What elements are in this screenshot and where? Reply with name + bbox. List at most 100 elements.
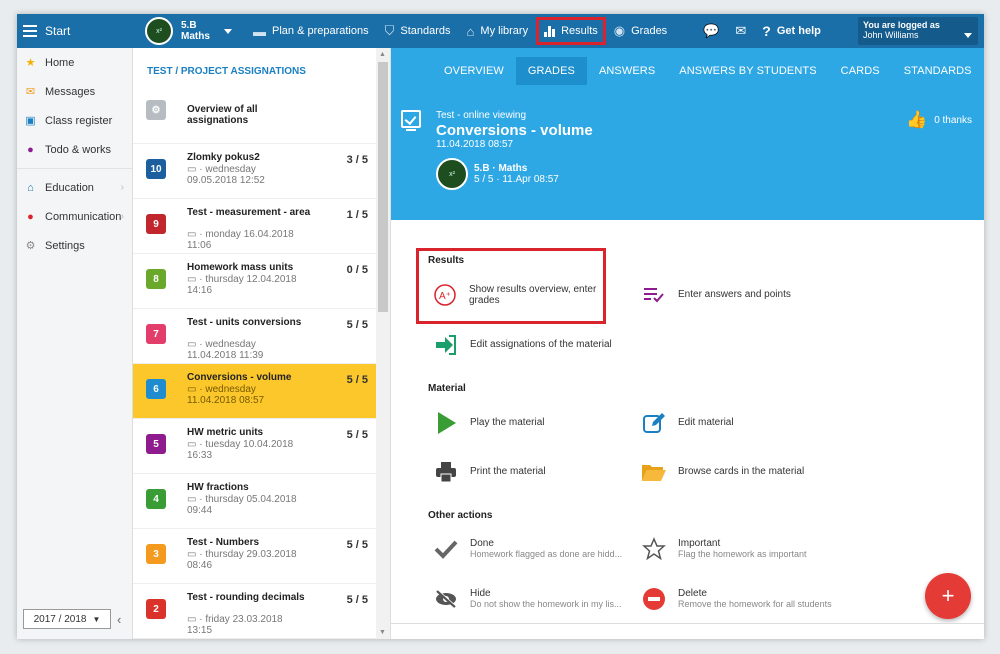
item-title: Homework mass units	[187, 262, 294, 273]
list-item-overview[interactable]: ⚙ Overview of all assignations	[133, 90, 376, 144]
class-selector[interactable]: x² 5.B Maths	[145, 17, 245, 45]
done-action[interactable]: Done Homework flagged as done are hidd...	[433, 536, 622, 561]
hide-action[interactable]: Hide Do not show the homework in my lis..…	[433, 586, 622, 611]
scroll-down-icon[interactable]: ▼	[379, 629, 386, 636]
item-score: 5 / 5	[346, 594, 368, 606]
list-item[interactable]: 8 Homework mass units ▭ · thursday 12.04.2…	[133, 254, 376, 309]
list-item[interactable]: 6 Conversions - volume ▭ · wednesday 11.04.…	[133, 364, 376, 419]
browse-cards-action[interactable]: Browse cards in the material	[641, 459, 804, 484]
chevron-down-icon: ▼	[92, 614, 101, 624]
list-item[interactable]: 2 Test - rounding decimals ▭ · friday 23.0…	[133, 584, 376, 639]
tab-answers[interactable]: ANSWERS	[587, 57, 667, 85]
sidebar-item-settings[interactable]: ⚙ Settings	[17, 231, 132, 260]
user-menu[interactable]: You are logged as John Williams	[858, 17, 978, 45]
nav-standards[interactable]: ⛉ Standards	[377, 14, 459, 48]
collapse-sidebar-icon[interactable]: ‹	[117, 612, 121, 627]
folder-icon	[641, 459, 666, 484]
class-avatar: x²	[436, 158, 468, 190]
item-number-badge: 2	[146, 599, 166, 619]
sidebar-item-label: Messages	[45, 85, 96, 98]
sidebar-item-messages[interactable]: ✉ Messages	[17, 77, 132, 106]
chat-button[interactable]: 💬	[695, 14, 727, 48]
library-icon: ⌂	[466, 23, 475, 39]
scroll-up-icon[interactable]: ▲	[379, 51, 386, 58]
help-button[interactable]: ? Get help	[754, 14, 829, 48]
tab-overview[interactable]: OVERVIEW	[432, 57, 516, 85]
sidebar-item-class-register[interactable]: ▣ Class register	[17, 106, 132, 135]
start-menu-button[interactable]: Start	[17, 14, 132, 48]
nav-results-label: Results	[561, 25, 598, 37]
enter-answers-action[interactable]: Enter answers and points	[641, 282, 791, 307]
show-results-action[interactable]: A⁺ Show results overview, enter grades	[433, 282, 603, 307]
list-item[interactable]: 5 HW metric units ▭ · tuesday 10.04.2018 16…	[133, 419, 376, 474]
actions-area: Results A⁺ Show results overview, enter …	[391, 220, 984, 639]
edit-assignations-label: Edit assignations of the material	[470, 339, 612, 350]
people-icon: ●	[27, 210, 34, 223]
mail-button[interactable]: ✉	[727, 14, 754, 48]
minus-circle-icon	[641, 586, 666, 611]
print-material-action[interactable]: Print the material	[433, 459, 546, 484]
tab-cards[interactable]: CARDS	[829, 57, 892, 85]
school-year-select[interactable]: 2017 / 2018 ▼	[23, 609, 111, 629]
assignment-type-icon: ▭	[187, 274, 197, 285]
item-meta-day: ▭ · wednesday	[187, 339, 317, 350]
nav-standards-label: Standards	[400, 25, 451, 37]
item-meta-day: ▭ · friday 23.03.2018	[187, 614, 317, 625]
section-other-actions: Other actions	[428, 510, 493, 521]
tab-answers-by-students[interactable]: ANSWERS BY STUDENTS	[667, 57, 828, 85]
assignation-list: ⚙ Overview of all assignations 10 Zlomky …	[133, 90, 376, 639]
item-meta-day: ▭ · wednesday	[187, 384, 317, 395]
thanks-button[interactable]: 👍 0 thanks	[906, 110, 972, 130]
app-window: Start x² 5.B Maths ▬ Plan & preparations …	[17, 14, 984, 639]
sidebar-item-label: Todo & works	[45, 143, 112, 156]
list-item[interactable]: 10 Zlomky pokus2 ▭ · wednesday 09.05.2018 1…	[133, 144, 376, 199]
class-meta: 5 / 5 · 11.Apr 08:57	[474, 174, 559, 185]
done-description: Homework flagged as done are hidd...	[470, 549, 623, 559]
material-title: Conversions - volume	[436, 122, 593, 139]
list-item[interactable]: 7 Test - units conversions ▭ · wednesday 11…	[133, 309, 376, 364]
list-scrollbar[interactable]: ▲ ▼	[376, 48, 390, 639]
school-year-value: 2017 / 2018	[33, 613, 87, 625]
add-button[interactable]: +	[925, 573, 971, 619]
sidebar-item-communication[interactable]: ● Communication ›	[17, 202, 132, 231]
sidebar-item-education[interactable]: ⌂ Education ›	[17, 173, 132, 202]
envelope-icon: ✉	[25, 86, 36, 98]
printer-icon	[433, 459, 458, 484]
list-item[interactable]: 9 Test - measurement - area ▭ · monday 16.…	[133, 199, 376, 254]
delete-action[interactable]: Delete Remove the homework for all studen…	[641, 586, 832, 611]
important-action[interactable]: Important Flag the homework as important	[641, 536, 807, 561]
nav-library-label: My library	[480, 25, 529, 37]
item-number-badge: 7	[146, 324, 166, 344]
list-item[interactable]: 4 HW fractions ▭ · thursday 05.04.2018 09:4…	[133, 474, 376, 529]
material-header: Test - online viewing Conversions - volu…	[391, 94, 984, 220]
chevron-right-icon: ›	[120, 182, 124, 193]
sidebar-item-home[interactable]: ★ Home	[17, 48, 132, 77]
scrollbar-thumb[interactable]	[378, 62, 388, 312]
tab-standards[interactable]: STANDARDS	[892, 57, 984, 85]
item-score: 1 / 5	[346, 209, 368, 221]
calendar-icon: ▬	[253, 23, 266, 39]
play-label: Play the material	[470, 417, 545, 428]
item-title: Test - measurement - area	[187, 207, 311, 218]
edit-material-action[interactable]: Edit material	[641, 410, 734, 435]
nav-plan-preparations[interactable]: ▬ Plan & preparations	[245, 14, 377, 48]
sidebar-item-label: Settings	[45, 239, 85, 252]
eye-slash-icon	[433, 586, 458, 611]
class-avatar: x²	[145, 17, 173, 45]
main-content: OVERVIEW GRADES ANSWERS ANSWERS BY STUDE…	[391, 48, 984, 639]
item-meta-date: 11.04.2018 11:39	[187, 350, 264, 361]
sidebar-item-label: Education	[45, 181, 94, 194]
sidebar-item-todo[interactable]: ● Todo & works	[17, 135, 132, 164]
nav-my-library[interactable]: ⌂ My library	[459, 14, 537, 48]
item-meta-day: ▭ · wednesday	[187, 164, 317, 175]
nav-results[interactable]: Results	[536, 17, 606, 45]
nav-grades[interactable]: ◉ Grades	[606, 14, 675, 48]
list-item[interactable]: 3 Test - Numbers ▭ · thursday 29.03.2018 08…	[133, 529, 376, 584]
item-score: 5 / 5	[346, 429, 368, 441]
item-title: Test - rounding decimals	[187, 592, 305, 603]
edit-assignations-action[interactable]: Edit assignations of the material	[433, 332, 612, 357]
hamburger-icon	[23, 25, 37, 37]
tab-grades[interactable]: GRADES	[515, 57, 587, 85]
footer-strip	[391, 623, 984, 639]
play-material-action[interactable]: Play the material	[433, 410, 544, 435]
